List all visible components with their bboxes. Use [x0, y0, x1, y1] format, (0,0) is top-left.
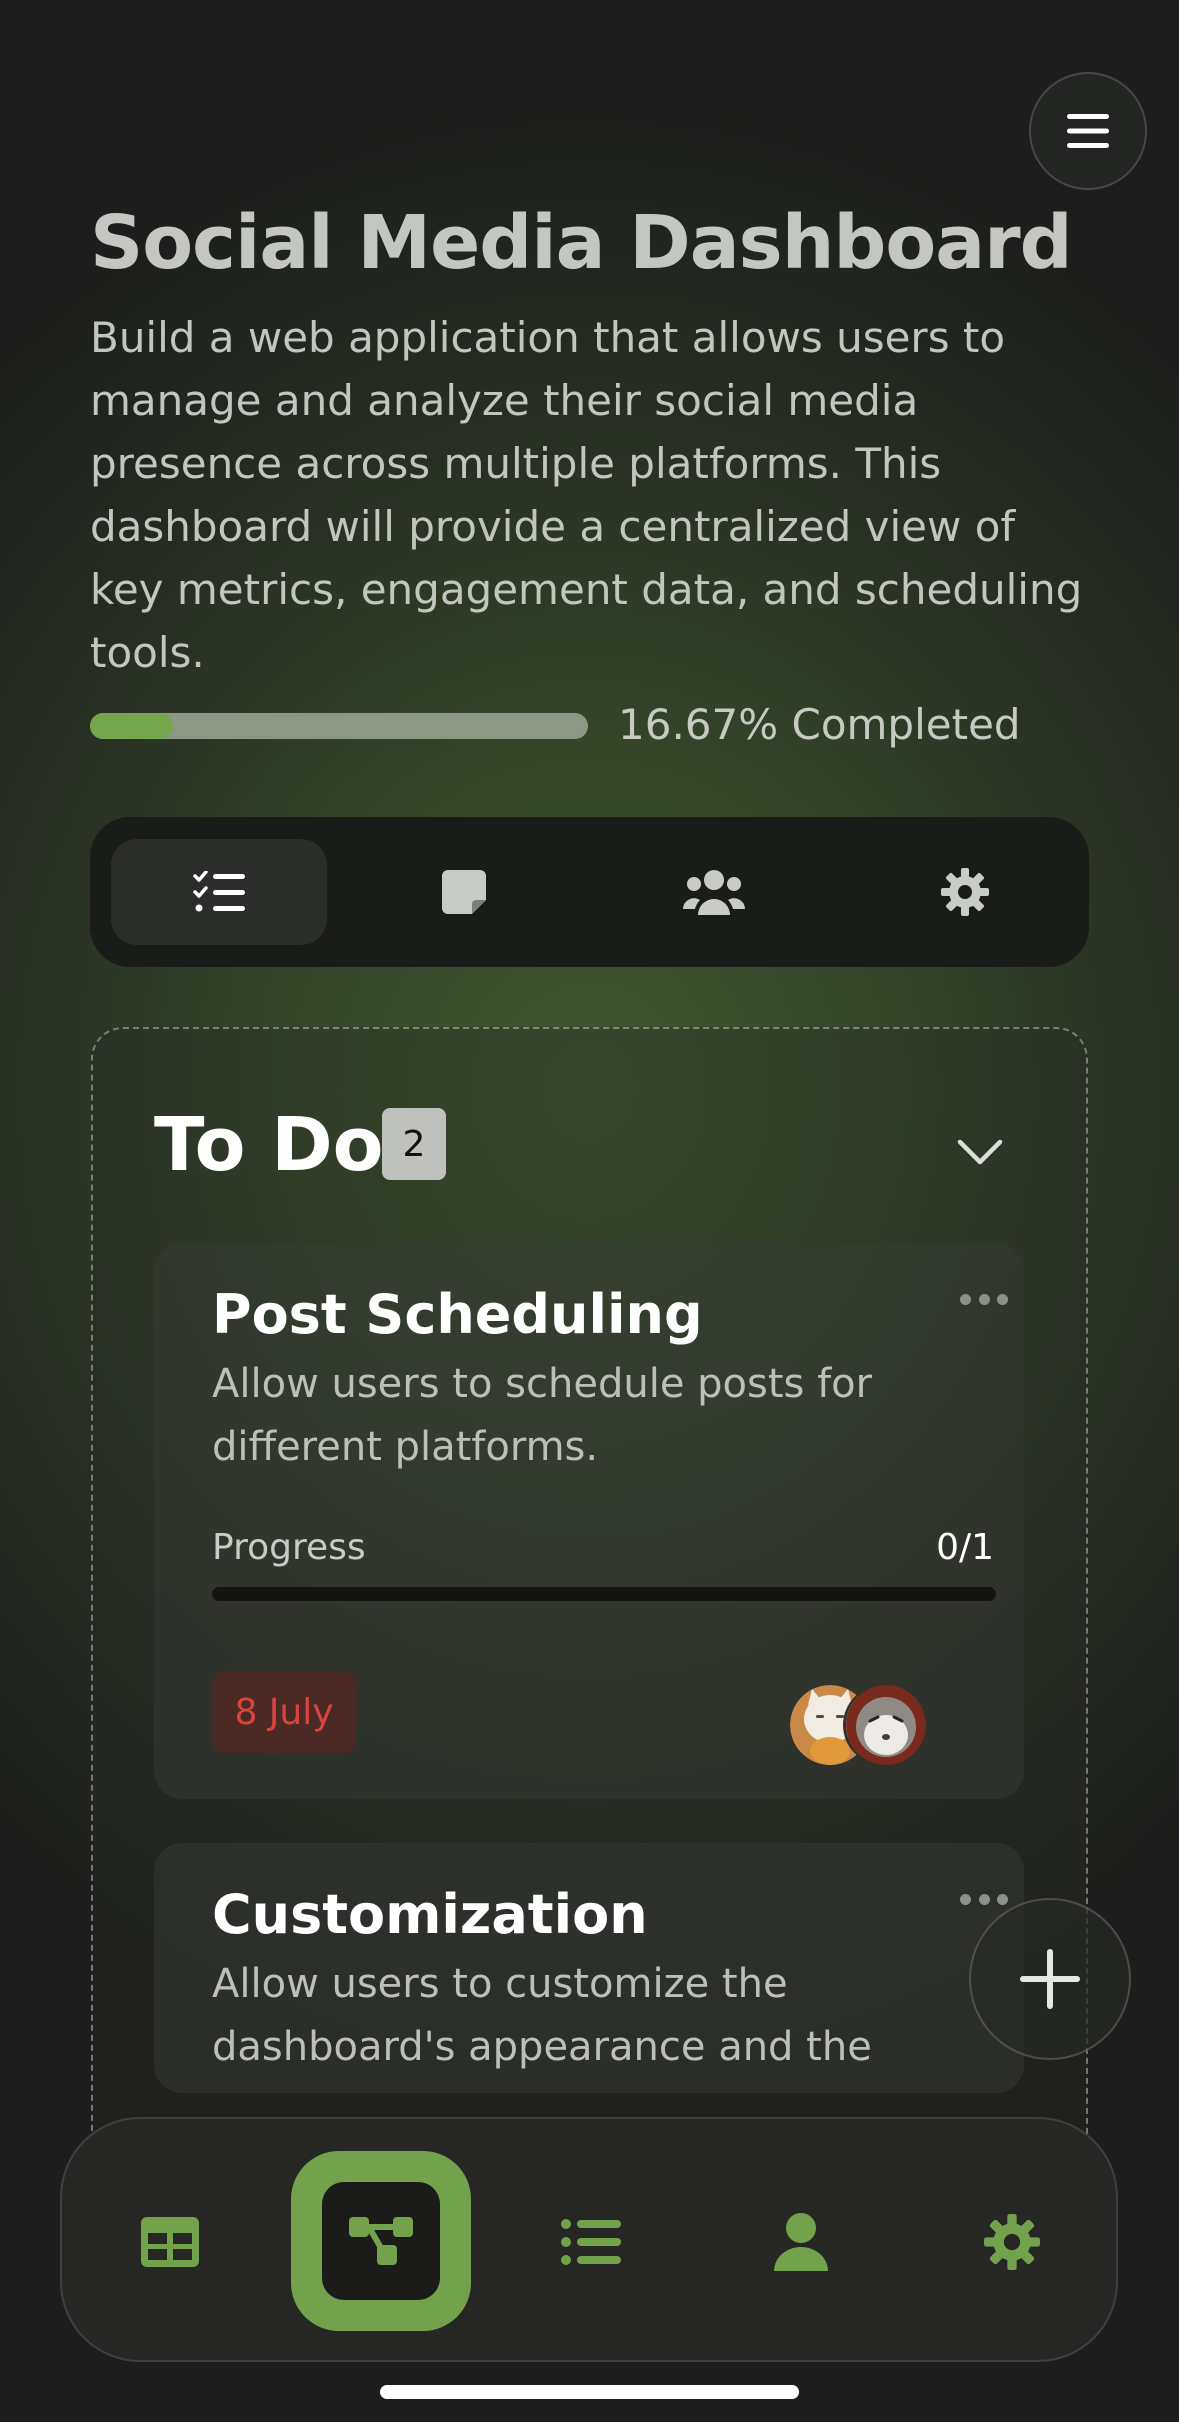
- nav-item-settings[interactable]: [922, 2119, 1102, 2364]
- avatar-cat-grey: [846, 1685, 926, 1765]
- nav-item-table[interactable]: [80, 2119, 260, 2364]
- assignee-avatar[interactable]: [846, 1685, 926, 1765]
- user-icon: [774, 2212, 828, 2271]
- menu-button[interactable]: [1029, 72, 1147, 190]
- card-progress-bar: [212, 1587, 996, 1601]
- card-title: Customization: [212, 1883, 648, 1946]
- add-task-button[interactable]: [969, 1898, 1131, 2060]
- task-count-badge: 2: [382, 1108, 446, 1180]
- tab-members[interactable]: [606, 839, 822, 945]
- nav-item-workflow[interactable]: [291, 2151, 471, 2331]
- card-more-button[interactable]: [960, 1289, 1008, 1309]
- tab-tasks[interactable]: [111, 839, 327, 945]
- gear-icon: [941, 868, 989, 916]
- table-icon: [141, 2216, 199, 2267]
- note-icon: [442, 870, 486, 914]
- gear-icon: [984, 2213, 1040, 2270]
- project-progress-fill: [90, 713, 174, 739]
- hamburger-icon: [1067, 114, 1109, 148]
- flow-icon: [349, 2217, 413, 2265]
- checklist-icon: [193, 871, 245, 912]
- bottom-navigation: [60, 2117, 1118, 2362]
- card-progress-label: Progress: [212, 1527, 366, 1568]
- nav-item-profile[interactable]: [711, 2119, 891, 2364]
- page-title: Social Media Dashboard: [90, 200, 1073, 286]
- project-description: Build a web application that allows user…: [90, 313, 1083, 677]
- nav-item-list[interactable]: [501, 2119, 681, 2364]
- list-icon: [561, 2218, 621, 2265]
- plus-icon: [1020, 1949, 1080, 2009]
- card-description: Allow users to schedule posts for differ…: [212, 1361, 873, 1470]
- project-progress-bar: [90, 713, 588, 739]
- tab-notes[interactable]: [356, 839, 572, 945]
- users-icon: [683, 870, 745, 915]
- home-indicator: [380, 2385, 799, 2399]
- view-tab-bar: [90, 817, 1089, 967]
- card-description: Allow users to customize the dashboard's…: [212, 1961, 872, 2070]
- chevron-down-icon: [957, 1139, 1003, 1165]
- project-progress-label: 16.67% Completed: [618, 700, 1021, 749]
- more-dots-icon: [960, 1293, 971, 1305]
- card-more-button[interactable]: [960, 1889, 1008, 1909]
- task-card[interactable]: Post Scheduling Allow users to schedule …: [154, 1243, 1024, 1799]
- more-dots-icon: [960, 1893, 971, 1905]
- card-title: Post Scheduling: [212, 1283, 703, 1346]
- tab-settings[interactable]: [857, 839, 1073, 945]
- due-date-badge[interactable]: 8 July: [212, 1671, 356, 1753]
- task-card[interactable]: Customization Allow users to customize t…: [154, 1843, 1024, 2093]
- card-progress-value: 0/1: [936, 1527, 994, 1568]
- collapse-column-button[interactable]: [950, 1130, 1010, 1174]
- column-title: To Do: [154, 1102, 384, 1188]
